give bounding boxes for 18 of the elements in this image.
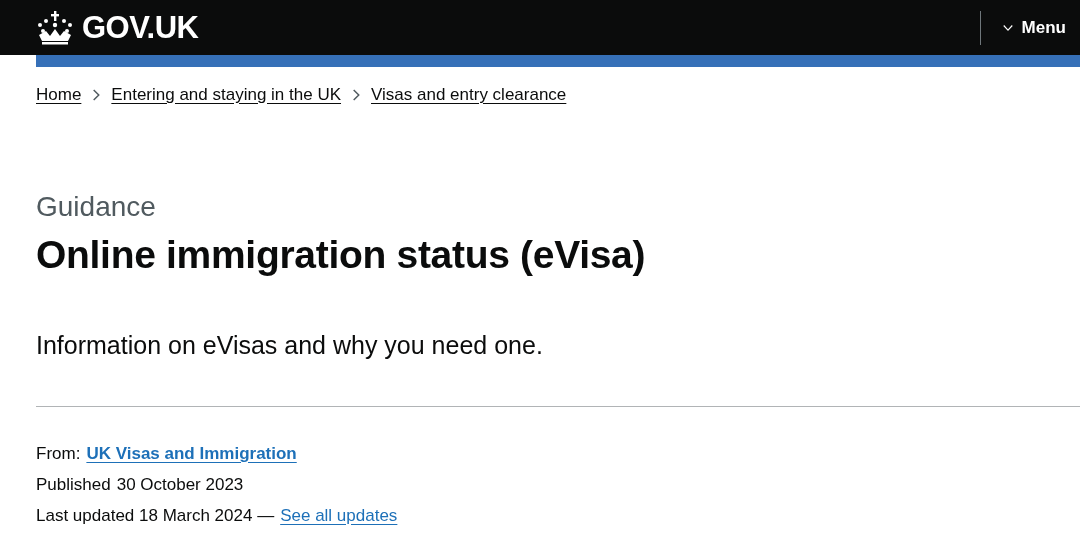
chevron-down-icon — [1002, 23, 1013, 32]
from-label: From: — [36, 443, 81, 465]
published-label: Published — [36, 474, 111, 496]
organisation-link[interactable]: UK Visas and Immigration — [86, 443, 297, 465]
breadcrumb-link[interactable]: Visas and entry clearance — [371, 85, 567, 105]
lead-paragraph: Information on eVisas and why you need one. — [36, 331, 544, 360]
menu-button[interactable]: Menu — [980, 0, 1080, 55]
breadcrumb-link[interactable]: Home — [36, 85, 82, 105]
govuk-logo[interactable]: GOV.UK — [36, 9, 199, 46]
see-all-updates-link[interactable]: See all updates — [280, 505, 398, 527]
page-title: Online immigration status (eVisa) — [36, 233, 647, 277]
page-caption: Guidance — [36, 191, 157, 223]
crown-icon — [36, 10, 74, 45]
chevron-right-icon — [91, 89, 102, 101]
published-date: 30 October 2023 — [116, 474, 244, 496]
breadcrumb-link[interactable]: Entering and staying in the UK — [111, 85, 341, 105]
last-updated-text: Last updated 18 March 2024 — — [36, 505, 275, 527]
chevron-right-icon — [351, 89, 361, 101]
